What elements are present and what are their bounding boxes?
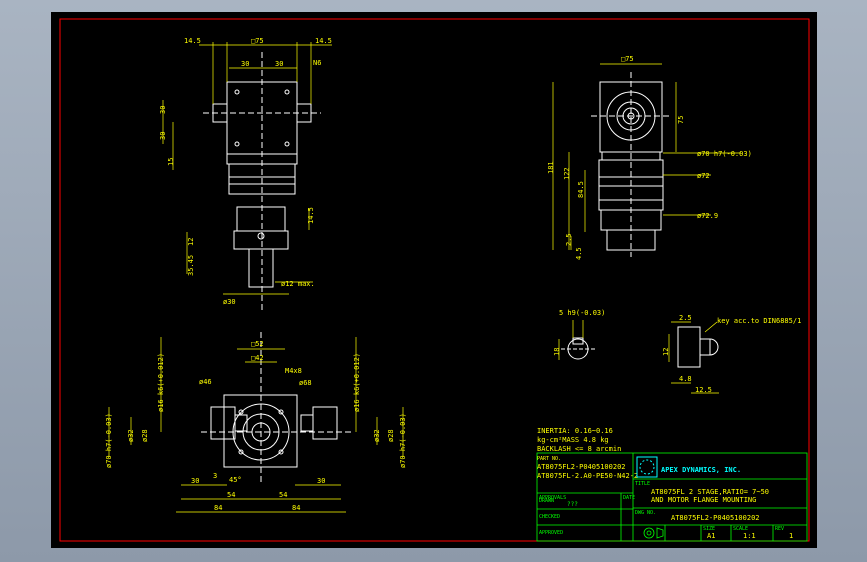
key-profile: [677, 326, 719, 368]
side-dim-phi70: ø70 h7(-0.03): [697, 150, 752, 158]
drawing-canvas[interactable]: 14.5 □75 14.5 30 30 N6 30 30 15 14.5 12 …: [51, 12, 817, 548]
shaft-bore: [257, 232, 265, 240]
dim-14-5-side: 14.5: [307, 207, 315, 224]
front-dim-phi16-left: ø16 k6(+0.012): [157, 353, 165, 412]
projection-symbol: [643, 527, 664, 539]
dim-35-45: 35.45: [187, 255, 195, 276]
tb-drawn: DRAWN: [539, 498, 554, 504]
side-dim-4-5: 4.5: [575, 247, 583, 260]
bolt-hole: [284, 141, 290, 147]
front-dim-phi46: ø46: [199, 378, 212, 386]
front-dim-84-left: 84: [214, 504, 222, 512]
front-dim-phi32-left: ø32: [127, 429, 135, 442]
front-dim-phi32-right: ø32: [373, 429, 381, 442]
adapter-flange: [236, 206, 286, 232]
side-dim-square-75: □75: [621, 55, 634, 63]
key-dim-18: 18: [553, 348, 561, 356]
front-dim-phi28-right: ø28: [387, 429, 395, 442]
tb-title-label: TITLE: [635, 481, 650, 487]
dim-15: 15: [167, 158, 175, 166]
tb-company: APEX DYNAMICS, INC.: [661, 466, 741, 474]
front-dim-square-52: □52: [251, 340, 264, 348]
tb-dwg-label: DWG NO.: [635, 510, 656, 516]
side-view: [591, 72, 671, 257]
tb-scale: 1:1: [743, 532, 756, 540]
profile-dim-12-5: 12.5: [695, 386, 712, 394]
dim-14-5-right: 14.5: [315, 37, 332, 45]
bolt-hole: [234, 141, 240, 147]
profile-dim-12: 12: [662, 348, 670, 356]
spec-part-no: AT8075FL2-P0405100202: [537, 463, 626, 471]
key-detail: [561, 337, 595, 360]
side-dim-2-5: 2.5: [565, 233, 573, 246]
front-right-flange: [312, 406, 338, 440]
dim-30-side-b: 30: [159, 132, 167, 140]
front-view: [201, 332, 351, 482]
bolt-hole: [284, 89, 290, 95]
spec-part-label: PART NO.: [537, 456, 561, 462]
front-dim-phi70-right: ø70 h7(-0.03): [399, 413, 407, 468]
key-profile-key: [699, 338, 711, 356]
front-dim-square-42: □42: [251, 354, 264, 362]
spec-inertia: INERTIA: 0.16~0.16: [537, 427, 613, 435]
spec-backlash: BACKLASH <= 8 arcmin: [537, 445, 621, 453]
spec-mass: kg-cm²MASS 4.8 kg: [537, 436, 609, 444]
front-dim-3: 3: [213, 472, 217, 480]
front-dim-phi70-left: ø70 h7(-0.03): [105, 413, 113, 468]
dim-phi30: ø30: [223, 298, 236, 306]
key-dim-5h9: 5 h9(-0.03): [559, 309, 605, 317]
dim-30-a: 30: [241, 60, 249, 68]
dim-30-b: 30: [275, 60, 283, 68]
front-dim-phi16-right: ø16 k6(+0.012): [353, 353, 361, 412]
tb-title-line2: AND MOTOR FLANGE MOUNTING: [651, 496, 756, 504]
dim-12-side: 12: [187, 238, 195, 246]
key-profile-round: [700, 338, 719, 356]
front-dim-phi68: ø68: [299, 379, 312, 387]
dim-30-side-a: 30: [159, 106, 167, 114]
tb-checked: CHECKED: [539, 514, 560, 520]
thread-n6: N6: [313, 59, 321, 67]
tb-size: A1: [707, 532, 715, 540]
tb-title-line1: AT8075FL 2 STAGE,RATIO= 7~50: [651, 488, 769, 496]
side-dim-75: 75: [677, 116, 685, 124]
front-dim-54-right: 54: [279, 491, 287, 499]
dim-14-5-left: 14.5: [184, 37, 201, 45]
apex-logo: [636, 456, 658, 478]
front-right-shaft: [300, 414, 314, 432]
profile-dim-2-5: 2.5: [679, 314, 692, 322]
drawing-border: [59, 18, 810, 542]
cad-drawing: 14.5 □75 14.5 30 30 N6 30 30 15 14.5 12 …: [59, 18, 810, 542]
front-dim-54-left: 54: [227, 491, 235, 499]
front-dim-phi28-left: ø28: [141, 429, 149, 442]
bolt-hole: [234, 89, 240, 95]
side-dim-122: 122: [563, 167, 571, 180]
tb-date: DATE: [623, 495, 635, 501]
profile-note: key acc.to DIN6885/1: [717, 317, 801, 325]
front-left-flange: [210, 406, 236, 440]
output-shaft: [248, 248, 274, 288]
tb-rev: 1: [789, 532, 793, 540]
tb-rev-label: REV: [775, 526, 784, 532]
key-profile-body: [677, 326, 701, 368]
tb-drawn-value: ???: [567, 501, 578, 508]
front-dim-30-left: 30: [191, 477, 199, 485]
front-dim-45deg: 45°: [229, 476, 242, 484]
spec-model: AT8075FL-2.A0-PE50-N42-2: [537, 472, 638, 480]
front-dim-30-right: 30: [317, 477, 325, 485]
front-dim-84-right: 84: [292, 504, 300, 512]
tb-dwg-no: AT8075FL2-P0405100202: [671, 514, 760, 522]
side-dim-phi72: ø72: [697, 172, 710, 180]
profile-dim-4-8: 4.8: [679, 375, 692, 383]
side-dim-84-5: 84.5: [577, 181, 585, 198]
front-hole-m4: M4x8: [285, 367, 302, 375]
tb-approved: APPROVED: [539, 530, 563, 536]
top-view: [203, 52, 321, 312]
side-dim-phi72-9: ø72.9: [697, 212, 718, 220]
motor-flange: [233, 230, 289, 250]
side-dim-181: 181: [547, 161, 555, 174]
dim-square-75: □75: [251, 37, 264, 45]
dim-phi12: ø12 max.: [281, 280, 315, 288]
